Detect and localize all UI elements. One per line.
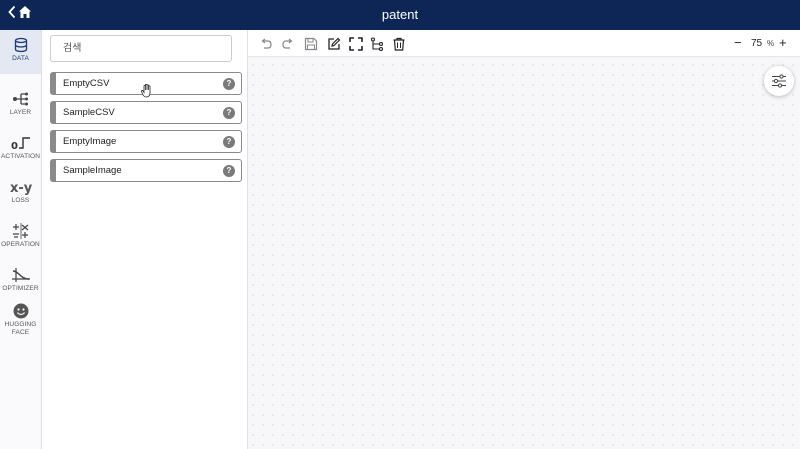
category-sidebar: DATA LAYER 0 ACTIVATION x-y LOSS OPERATI… [0,30,42,449]
branch-icon [370,37,384,52]
redo-icon [282,38,293,49]
page-title: patent [381,7,419,22]
sliders-icon [772,74,786,88]
sidebar-item-activation[interactable]: 0 ACTIVATION [0,128,41,172]
zoom-unit: % [767,39,775,48]
graph-canvas[interactable]: − 75 % + [248,30,800,449]
list-item-label: SampleCSV [63,107,115,118]
save-button[interactable] [304,37,318,51]
zoom-in-button[interactable]: + [779,35,787,50]
layer-icon [12,92,28,106]
save-icon [304,37,318,51]
undo-icon [261,38,272,49]
trash-icon [393,37,405,51]
help-icon[interactable]: ? [223,78,235,90]
canvas-settings-button[interactable] [764,66,794,96]
sidebar-item-loss[interactable]: x-y LOSS [0,172,41,216]
sidebar-item-operation[interactable]: OPERATION [0,216,41,260]
sidebar-item-label: DATA [12,55,29,62]
help-icon[interactable]: ? [223,136,235,148]
list-item-label: SampleImage [63,165,122,176]
branch-button[interactable] [370,37,384,52]
edit-icon [328,37,341,50]
loss-icon: x-y [10,181,33,195]
hugging-face-icon [13,303,28,319]
search-input[interactable] [50,35,232,62]
sidebar-item-label: OPTIMIZER [2,285,39,292]
delete-button[interactable] [392,37,406,51]
zoom-out-button[interactable]: − [734,35,742,50]
operation-icon [12,223,28,239]
activation-zero-glyph: 0 [11,141,18,151]
sidebar-item-label: HUGGING FACE [4,321,37,336]
sidebar-item-label: LOSS [11,197,30,204]
sidebar-item-layer[interactable]: LAYER [0,84,41,128]
sidebar-item-label: LAYER [9,109,32,116]
fullscreen-button[interactable] [349,37,363,51]
sidebar-item-label: ACTIVATION [0,153,41,160]
fullscreen-icon [349,37,363,51]
list-item-samplecsv[interactable]: SampleCSV ? [50,101,242,124]
sidebar-item-label: OPERATION [1,241,40,248]
undo-button[interactable] [259,37,273,51]
activation-icon: 0 [11,137,30,151]
zoom-level: 75 [751,38,763,49]
list-item-emptyimage[interactable]: EmptyImage ? [50,130,242,153]
database-icon [14,37,27,53]
canvas-toolbar: − 75 % + [248,30,800,57]
sidebar-item-hugging-face[interactable]: HUGGING FACE [0,296,41,346]
top-bar: patent [0,0,800,30]
optimizer-icon [11,268,30,282]
list-item-label: EmptyImage [63,136,117,147]
loss-glyph: x-y [10,181,33,195]
edit-button[interactable] [327,37,341,51]
redo-button[interactable] [281,37,295,51]
list-item-label: EmptyCSV [63,78,110,89]
help-icon[interactable]: ? [223,107,235,119]
list-item-sampleimage[interactable]: SampleImage ? [50,159,242,182]
help-icon[interactable]: ? [223,165,235,177]
sidebar-item-data[interactable]: DATA [0,30,41,74]
hand-cursor-icon [141,83,153,103]
